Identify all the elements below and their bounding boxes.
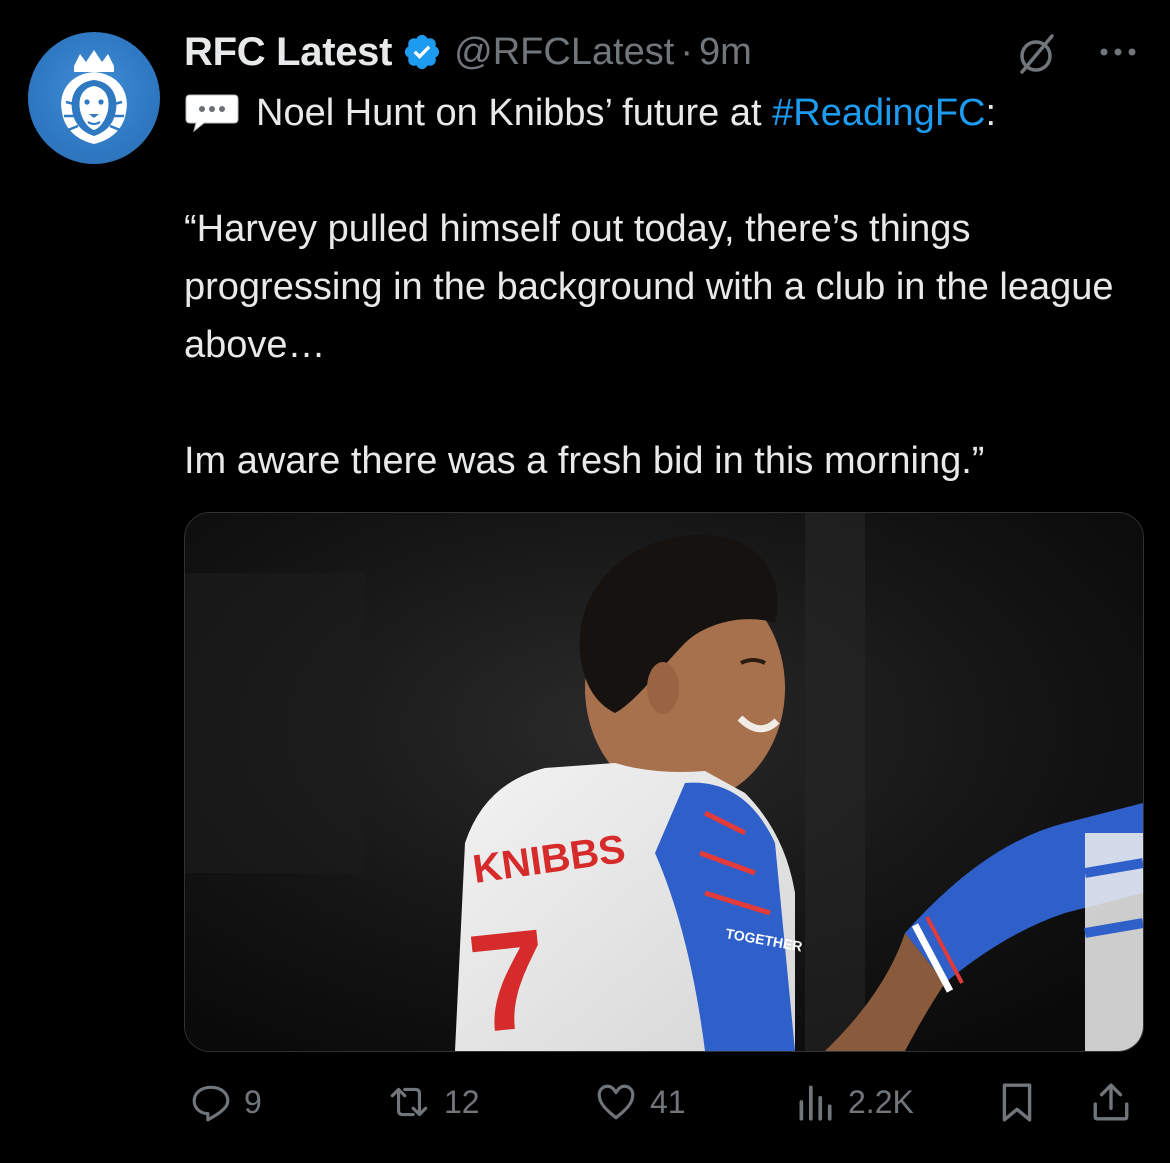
heart-icon <box>597 1084 635 1120</box>
analytics-bars-icon <box>799 1085 832 1121</box>
reply-count: 9 <box>244 1083 262 1120</box>
hashtag-link[interactable]: #ReadingFC <box>772 92 985 134</box>
repost-count: 12 <box>444 1083 480 1120</box>
player-photo-illustration: KNIBBS 7 TOGETHER <box>185 513 1143 1051</box>
reply-icon <box>192 1085 230 1122</box>
tweet-text: Noel Hunt on Knibbs’ future at #ReadingF… <box>184 84 1154 490</box>
views-button[interactable]: 2.2K <box>794 1072 914 1132</box>
quote-paragraph-2: Im aware there was a fresh bid in this m… <box>184 440 985 482</box>
like-count: 41 <box>650 1083 686 1120</box>
display-name[interactable]: RFC Latest <box>184 30 392 75</box>
like-button[interactable]: 41 <box>594 1072 686 1132</box>
jersey-number: 7 <box>462 899 556 1051</box>
speech-bubble-icon <box>184 89 240 133</box>
avatar[interactable] <box>28 32 160 164</box>
reply-button[interactable]: 9 <box>190 1072 262 1132</box>
repost-button[interactable]: 12 <box>386 1072 480 1132</box>
tweet-photo[interactable]: KNIBBS 7 TOGETHER <box>184 512 1144 1052</box>
view-count: 2.2K <box>848 1083 914 1120</box>
repost-icon <box>390 1087 428 1117</box>
share-button[interactable] <box>1090 1072 1132 1132</box>
tweet-actions: 9 12 41 2.2K <box>0 1072 1170 1132</box>
intro-text: Noel Hunt on Knibbs’ future at <box>256 92 773 134</box>
grok-icon[interactable] <box>1012 30 1060 78</box>
more-options-icon[interactable] <box>1094 30 1142 78</box>
bookmark-icon <box>1002 1083 1032 1122</box>
lion-crest-icon <box>61 50 127 144</box>
timestamp[interactable]: 9m <box>699 31 752 74</box>
quote-paragraph-1: “Harvey pulled himself out today, there’… <box>184 208 1114 366</box>
tweet-intro-line: Noel Hunt on Knibbs’ future at #ReadingF… <box>184 84 1154 142</box>
separator-dot: · <box>680 30 693 73</box>
intro-colon: : <box>985 92 997 134</box>
tweet-header: RFC Latest @RFCLatest · 9m <box>184 22 752 82</box>
user-handle[interactable]: @RFCLatest <box>454 31 674 74</box>
verified-badge-icon[interactable] <box>402 32 442 72</box>
bookmark-button[interactable] <box>996 1072 1038 1132</box>
share-icon <box>1093 1083 1129 1121</box>
